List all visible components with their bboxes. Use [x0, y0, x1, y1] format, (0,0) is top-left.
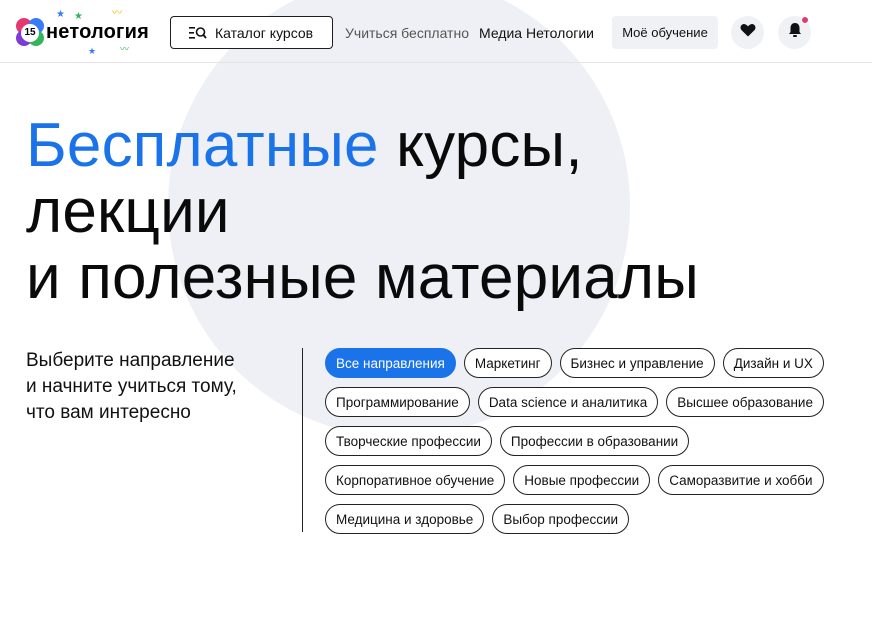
direction-chip-business[interactable]: Бизнес и управление	[559, 348, 715, 378]
direction-chip-corporate[interactable]: Корпоративное обучение	[325, 465, 506, 495]
confetti-squiggle-icon: 〰	[112, 8, 122, 19]
catalog-button[interactable]: Каталог курсов	[170, 16, 333, 49]
my-learning-button[interactable]: Моё обучение	[612, 16, 718, 49]
directions-intro-line: что вам интересно	[26, 402, 191, 423]
direction-chip-career-choice[interactable]: Выбор профессии	[492, 504, 630, 534]
page-title-line1: курсы,	[378, 111, 583, 180]
direction-chip-self-development[interactable]: Саморазвитие и хобби	[658, 465, 824, 495]
logo-anniversary-badge: 15	[24, 27, 36, 38]
vertical-divider	[302, 348, 303, 532]
direction-chip-programming[interactable]: Программирование	[325, 387, 470, 417]
directions-intro-line: Выберите направление	[26, 350, 235, 371]
direction-chip-creative[interactable]: Творческие профессии	[325, 426, 492, 456]
netology-logo[interactable]: 15 нетология ★ ★ 〰 ★ 〰	[16, 8, 156, 56]
directions-intro: Выберите направление и начните учиться т…	[26, 348, 286, 426]
logo-brand-text: нетология	[46, 21, 149, 43]
confetti-star-icon: ★	[56, 9, 65, 20]
direction-chip-higher-education[interactable]: Высшее образование	[666, 387, 824, 417]
notifications-button[interactable]	[778, 16, 811, 49]
direction-chip-new-professions[interactable]: Новые профессии	[513, 465, 651, 495]
nav-media[interactable]: Медиа Нетологии	[479, 25, 594, 41]
direction-chip-education-professions[interactable]: Профессии в образовании	[499, 426, 690, 456]
top-navigation: 15 нетология ★ ★ 〰 ★ 〰 Каталог курсов Уч…	[0, 0, 872, 63]
bell-icon	[788, 22, 802, 43]
logo-mark-icon: 15	[16, 18, 46, 48]
favorites-button[interactable]	[731, 16, 764, 49]
nav-learn-free[interactable]: Учиться бесплатно	[345, 25, 469, 41]
search-list-icon	[189, 26, 207, 40]
direction-chip-all[interactable]: Все направления	[325, 348, 456, 378]
page-title-line2: лекции	[26, 177, 230, 246]
page-title-line3: и полезные материалы	[26, 243, 700, 312]
direction-filter-list: Все направления Маркетинг Бизнес и управ…	[325, 348, 845, 534]
confetti-star-icon: ★	[74, 11, 83, 22]
confetti-star-icon: ★	[88, 46, 97, 56]
page-title: Бесплатные курсы, лекции и полезные мате…	[26, 113, 846, 311]
directions-intro-line: и начните учиться тому,	[26, 376, 237, 397]
direction-chip-medicine[interactable]: Медицина и здоровье	[325, 504, 485, 534]
catalog-button-label: Каталог курсов	[215, 24, 314, 41]
direction-chip-design[interactable]: Дизайн и UX	[722, 348, 824, 378]
heart-icon	[740, 23, 756, 42]
notification-dot	[801, 16, 809, 24]
confetti-squiggle-icon: 〰	[120, 44, 130, 54]
page-title-accent: Бесплатные	[26, 111, 379, 180]
direction-chip-marketing[interactable]: Маркетинг	[463, 348, 552, 378]
direction-chip-data-science[interactable]: Data science и аналитика	[477, 387, 659, 417]
